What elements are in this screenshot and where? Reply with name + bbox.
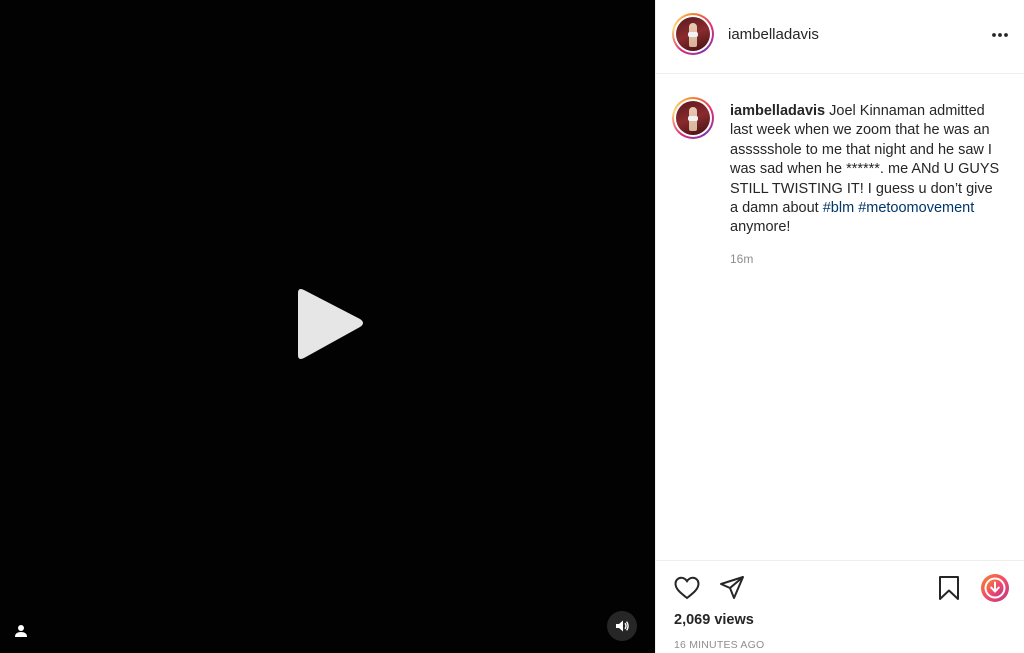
sound-toggle-button[interactable] [607,611,637,641]
post-header: iambelladavis [656,0,1024,74]
post-caption: iambelladavis Joel Kinnaman admitted las… [730,102,1002,238]
more-icon [992,33,1008,37]
avatar-frame [674,99,712,137]
play-icon [298,289,363,359]
caption-username[interactable]: iambelladavis [730,103,825,119]
hashtag-link[interactable]: #blm [823,200,854,216]
person-icon [15,625,27,637]
avatar-frame [674,15,712,53]
actions-divider [656,560,1024,561]
play-button[interactable] [288,285,368,365]
save-button[interactable] [935,574,963,602]
speaker-icon [616,620,629,632]
video-player[interactable] [0,0,655,653]
like-button[interactable] [673,574,701,602]
share-button[interactable] [718,574,746,602]
avatar-image [676,17,710,51]
bookmark-icon [939,576,959,600]
download-button[interactable] [979,572,1011,604]
hashtag-link[interactable]: #metoomovement [858,200,974,216]
post-details-panel: iambelladavis iambelladavis Joel Kinnama… [655,0,1024,653]
view-count[interactable]: 2,069 views [674,612,754,628]
more-options-button[interactable] [989,24,1011,46]
caption-text: anymore! [730,219,791,236]
caption-avatar[interactable] [672,97,714,139]
header-username[interactable]: iambelladavis [728,26,819,43]
paper-plane-icon [720,576,744,599]
download-icon [981,574,1009,602]
caption-timestamp: 16m [730,252,754,266]
post-date: 16 MINUTES AGO [674,639,765,651]
avatar-image [676,101,710,135]
tagged-people-button[interactable] [10,620,32,642]
avatar[interactable] [672,13,714,55]
heart-icon [674,576,700,600]
